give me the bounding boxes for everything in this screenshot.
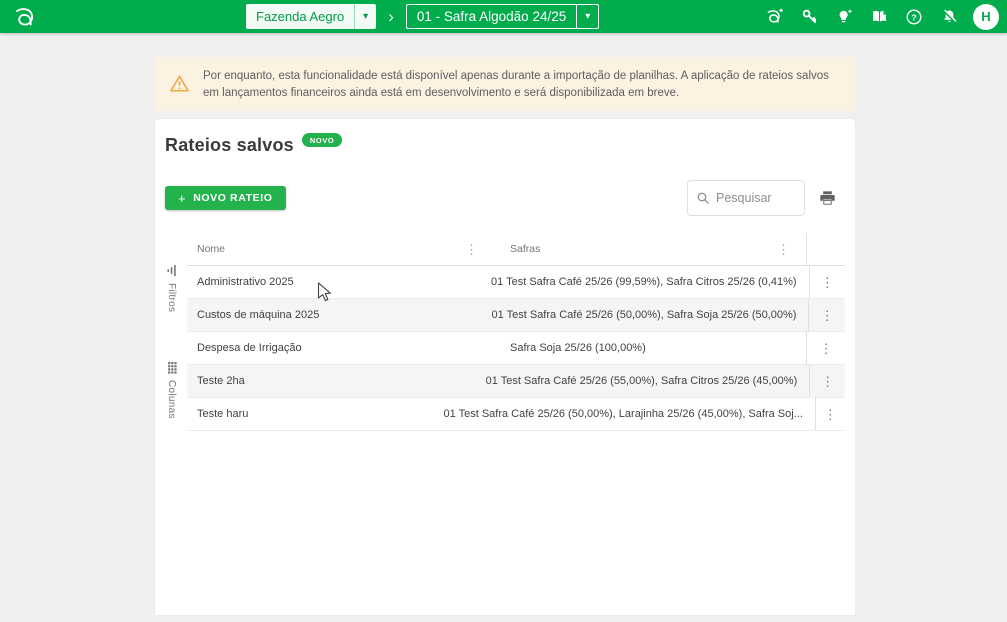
topbar-actions: ? H — [761, 4, 999, 30]
svg-text:?: ? — [911, 12, 916, 22]
table-header-row: Nome ⋮ Safras ⋮ — [187, 233, 845, 266]
cell-nome: Administrativo 2025 — [197, 276, 294, 288]
table-row[interactable]: Teste 2ha 01 Test Safra Café 25/26 (55,0… — [187, 365, 845, 398]
tab-colunas-label: Colunas — [166, 380, 177, 419]
search-box[interactable] — [687, 180, 805, 216]
row-menu-icon[interactable]: ⋮ — [817, 309, 838, 322]
info-banner: Por enquanto, esta funcionalidade está d… — [155, 57, 855, 111]
breadcrumb-chevron-icon: › — [388, 8, 394, 25]
table-side-tabs: Filtros Colunas — [165, 264, 187, 469]
tab-filtros[interactable]: Filtros — [165, 264, 178, 312]
row-menu-icon[interactable]: ⋮ — [817, 375, 838, 388]
help-icon[interactable]: ? — [901, 4, 927, 30]
aegro-add-icon[interactable] — [761, 4, 787, 30]
cell-safras: 01 Test Safra Café 25/26 (50,00%), Safra… — [492, 309, 797, 321]
new-rateio-button-label: NOVO RATEIO — [193, 192, 272, 204]
cell-nome: Teste 2ha — [197, 375, 245, 387]
table-body: Administrativo 2025 01 Test Safra Café 2… — [187, 266, 845, 431]
rateios-table: Nome ⋮ Safras ⋮ Administrativo 2025 01 T… — [187, 233, 845, 431]
cell-safras: 01 Test Safra Café 25/26 (55,00%), Safra… — [486, 375, 798, 387]
rateios-card: Rateios salvos NOVO + NOVO RATEIO — [155, 119, 855, 615]
cell-nome: Custos de máquina 2025 — [197, 309, 319, 321]
column-header-safras: Safras — [510, 243, 540, 255]
breadcrumb: Fazenda Aegro ▾ › 01 - Safra Algodão 24/… — [246, 4, 599, 29]
table-row[interactable]: Administrativo 2025 01 Test Safra Café 2… — [187, 266, 845, 299]
plus-icon: + — [178, 191, 186, 206]
warning-icon — [169, 74, 193, 98]
farm-selector[interactable]: Fazenda Aegro ▾ — [246, 4, 376, 29]
user-avatar[interactable]: H — [973, 4, 999, 30]
main-content: Por enquanto, esta funcionalidade está d… — [155, 57, 855, 615]
cell-nome: Teste haru — [197, 408, 248, 420]
book-icon[interactable] — [866, 4, 892, 30]
page-title: Rateios salvos — [165, 135, 294, 156]
toolbar: + NOVO RATEIO — [155, 180, 855, 216]
column-menu-icon[interactable]: ⋮ — [461, 243, 482, 256]
season-selector[interactable]: 01 - Safra Algodão 24/25 ▾ — [406, 4, 599, 29]
new-rateio-button[interactable]: + NOVO RATEIO — [165, 186, 286, 210]
chevron-down-icon[interactable]: ▾ — [354, 4, 376, 29]
column-menu-icon[interactable]: ⋮ — [773, 243, 794, 256]
search-icon — [696, 191, 711, 206]
table-row[interactable]: Despesa de Irrigação Safra Soja 25/26 (1… — [187, 332, 845, 365]
season-selector-value: 01 - Safra Algodão 24/25 — [407, 9, 576, 24]
search-input[interactable] — [716, 191, 796, 205]
actions-column-header — [806, 233, 845, 265]
row-menu-icon[interactable]: ⋮ — [820, 408, 841, 421]
farm-selector-value: Fazenda Aegro — [246, 9, 354, 24]
cell-safras: 01 Test Safra Café 25/26 (99,59%), Safra… — [491, 276, 797, 288]
novo-badge: NOVO — [302, 133, 343, 147]
table-row[interactable]: Custos de máquina 2025 01 Test Safra Caf… — [187, 299, 845, 332]
aegro-logo-icon[interactable] — [12, 3, 42, 31]
chevron-down-icon[interactable]: ▾ — [576, 5, 598, 28]
print-icon[interactable] — [816, 187, 838, 209]
table-row[interactable]: Teste haru 01 Test Safra Café 25/26 (50,… — [187, 398, 845, 431]
row-menu-icon[interactable]: ⋮ — [816, 342, 837, 355]
lightbulb-add-icon[interactable] — [831, 4, 857, 30]
column-header-nome: Nome — [197, 243, 225, 255]
cell-safras: Safra Soja 25/26 (100,00%) — [510, 342, 646, 354]
filter-icon — [165, 264, 178, 277]
notifications-off-icon[interactable] — [936, 4, 962, 30]
cell-safras: 01 Test Safra Café 25/26 (50,00%), Laraj… — [444, 408, 803, 420]
grid-icon — [166, 362, 178, 375]
tab-filtros-label: Filtros — [166, 283, 177, 312]
row-menu-icon[interactable]: ⋮ — [817, 276, 838, 289]
top-navigation-bar: Fazenda Aegro ▾ › 01 - Safra Algodão 24/… — [0, 0, 1007, 33]
banner-text: Por enquanto, esta funcionalidade está d… — [203, 66, 839, 102]
key-icon[interactable] — [796, 4, 822, 30]
cell-nome: Despesa de Irrigação — [197, 342, 302, 354]
tab-colunas[interactable]: Colunas — [165, 362, 178, 419]
